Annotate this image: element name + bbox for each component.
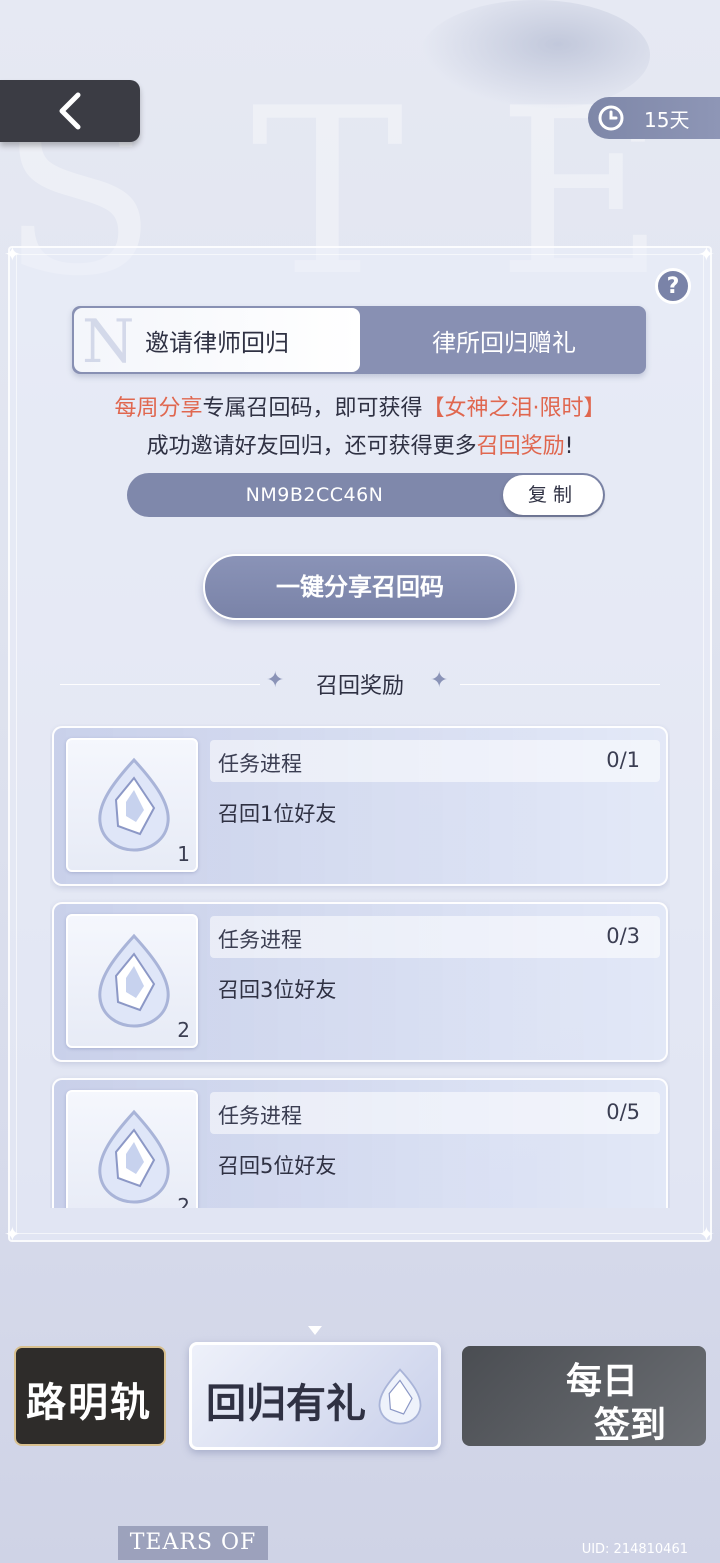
tab-invite-lawyer[interactable]: N 邀请律师回归 (74, 308, 360, 372)
task-description: 召回1位好友 (218, 802, 337, 826)
reward-count: 2 (177, 1194, 190, 1208)
sparkle-icon: ✦ (4, 242, 21, 266)
user-id: UID: 214810461 (581, 1542, 688, 1557)
progress-row: 任务进程 0/3 (210, 916, 660, 958)
section-divider-right (460, 684, 660, 685)
invite-code-bar: NM9B2CC46N 复制 (127, 473, 605, 517)
task-list[interactable]: 1 任务进程 0/1 召回1位好友 2 任务进程 0/3 召回3位好友 2 任务… (50, 724, 670, 1208)
tab-decoration: N (82, 308, 135, 372)
task-card: 1 任务进程 0/1 召回1位好友 (52, 726, 668, 886)
sparkle-icon: ✦ (430, 668, 449, 693)
nav-card-label-line2: 签到 (594, 1405, 667, 1446)
sparkle-icon: ✦ (4, 1222, 21, 1246)
progress-label: 任务进程 (218, 1104, 302, 1128)
nav-card-label: 回归有礼 (206, 1380, 366, 1427)
progress-label: 任务进程 (218, 928, 302, 952)
help-button[interactable]: ? (655, 268, 691, 304)
clock-icon (598, 105, 624, 131)
tab-bar: N 邀请律师回归 律所回归赠礼 (72, 306, 646, 374)
background-wing (420, 0, 650, 110)
description-line-1: 每周分享专属召回码，即可获得【女神之泪·限时】 (114, 396, 606, 421)
progress-value: 0/1 (606, 748, 640, 772)
reward-count: 2 (177, 1018, 190, 1042)
reward-slot[interactable]: 2 (66, 1090, 198, 1208)
task-card: 2 任务进程 0/5 召回5位好友 (52, 1078, 668, 1208)
reward-count: 1 (177, 842, 190, 866)
task-description: 召回5位好友 (218, 1154, 337, 1178)
nav-card-daily-checkin[interactable]: 每日 签到 (462, 1346, 706, 1446)
task-description: 召回3位好友 (218, 978, 337, 1002)
progress-row: 任务进程 0/5 (210, 1092, 660, 1134)
reward-slot[interactable]: 1 (66, 738, 198, 872)
nav-card-label: 路明轨 (26, 1380, 152, 1426)
nav-card-return-gift[interactable]: 回归有礼 (189, 1342, 441, 1450)
description-line-2: 成功邀请好友回归，还可获得更多召回奖励! (146, 434, 574, 459)
share-code-button[interactable]: 一键分享召回码 (203, 554, 517, 620)
progress-value: 0/3 (606, 924, 640, 948)
sparkle-icon: ✦ (698, 242, 715, 266)
goddess-tear-icon (98, 933, 170, 1028)
goddess-tear-icon (98, 1109, 170, 1204)
timer-label: 15天 (644, 107, 690, 132)
goddess-tear-icon (98, 757, 170, 852)
event-timer: 15天 (588, 97, 720, 139)
progress-value: 0/5 (606, 1100, 640, 1124)
invite-code: NM9B2CC46N (245, 484, 384, 506)
progress-label: 任务进程 (218, 752, 302, 776)
tab-label: 律所回归赠礼 (432, 328, 576, 357)
tab-return-gift[interactable]: 律所回归赠礼 (362, 306, 646, 374)
tab-label: 邀请律师回归 (145, 328, 289, 357)
task-card: 2 任务进程 0/3 召回3位好友 (52, 902, 668, 1062)
nav-card-lu-ming-gui[interactable]: 路明轨 (14, 1346, 166, 1446)
chevron-left-icon (59, 92, 81, 130)
rewards-section-title: 召回奖励 (315, 674, 404, 699)
bottom-nav: 路明轨 回归有礼 每日 签到 (0, 1330, 720, 1460)
progress-row: 任务进程 0/1 (210, 740, 660, 782)
goddess-tear-icon (378, 1368, 422, 1425)
reward-slot[interactable]: 2 (66, 914, 198, 1048)
back-button[interactable] (0, 80, 140, 142)
sparkle-icon: ✦ (698, 1222, 715, 1246)
brand-text: TEARS OF (118, 1526, 268, 1560)
copy-button[interactable]: 复制 (503, 475, 603, 515)
